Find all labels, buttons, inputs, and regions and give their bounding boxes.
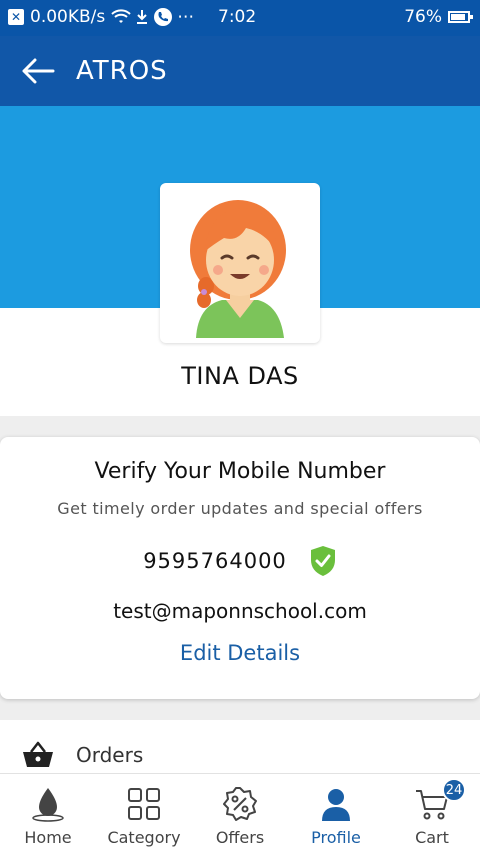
more-icon: ⋯ (177, 7, 195, 27)
basket-icon (23, 741, 53, 767)
download-icon (137, 10, 148, 24)
app-bar: ATROS (0, 36, 480, 106)
nav-profile-label: Profile (311, 828, 361, 847)
bottom-nav: Home Category Offers Profile 24 Cart (0, 773, 480, 853)
nav-cart[interactable]: 24 Cart (384, 774, 480, 853)
email-address: test@maponnschool.com (113, 599, 367, 623)
orders-label: Orders (76, 743, 144, 767)
nav-cart-label: Cart (415, 828, 449, 847)
nav-category-label: Category (107, 828, 181, 847)
phone-number: 9595764000 (143, 549, 287, 573)
nav-home-label: Home (24, 828, 72, 847)
girl-avatar-icon (190, 200, 286, 338)
status-icons: ⋯ (111, 7, 194, 27)
person-icon (319, 786, 353, 822)
status-time: 7:02 (218, 7, 257, 27)
nav-category[interactable]: Category (96, 774, 192, 853)
battery-icon (448, 11, 473, 23)
avatar[interactable] (160, 183, 320, 343)
cart-count-badge: 24 (442, 778, 466, 802)
battery-percent: 76% (404, 7, 442, 27)
phone-row: 9595764000 (0, 545, 480, 577)
nav-offers[interactable]: Offers (192, 774, 288, 853)
app-title: ATROS (76, 56, 168, 86)
back-button[interactable] (20, 56, 56, 86)
percent-badge-icon (222, 786, 258, 822)
nav-offers-label: Offers (215, 828, 265, 847)
droplet-home-icon (31, 786, 65, 822)
data-speed: 0.00KB/s (30, 7, 106, 27)
verify-title: Verify Your Mobile Number (94, 459, 386, 484)
phone-call-icon (154, 8, 173, 26)
verify-card: Verify Your Mobile Number Get timely ord… (0, 437, 480, 699)
nav-home[interactable]: Home (0, 774, 96, 853)
wifi-icon (111, 9, 131, 23)
user-name: TINA DAS (181, 362, 299, 390)
edit-details-link[interactable]: Edit Details (0, 641, 480, 665)
status-bar: ✕ 0.00KB/s ⋯ 7:02 76% (0, 0, 480, 36)
verify-subtitle: Get timely order updates and special off… (57, 499, 423, 518)
status-right: 76% (404, 7, 473, 27)
status-left: ✕ 0.00KB/s ⋯ (8, 7, 194, 27)
cart-icon: 24 (414, 778, 466, 822)
shield-check-icon (310, 546, 335, 576)
nav-profile[interactable]: Profile (288, 774, 384, 853)
notification-icon: ✕ (8, 9, 24, 25)
grid-icon (127, 786, 161, 822)
arrow-left-icon (22, 58, 55, 84)
